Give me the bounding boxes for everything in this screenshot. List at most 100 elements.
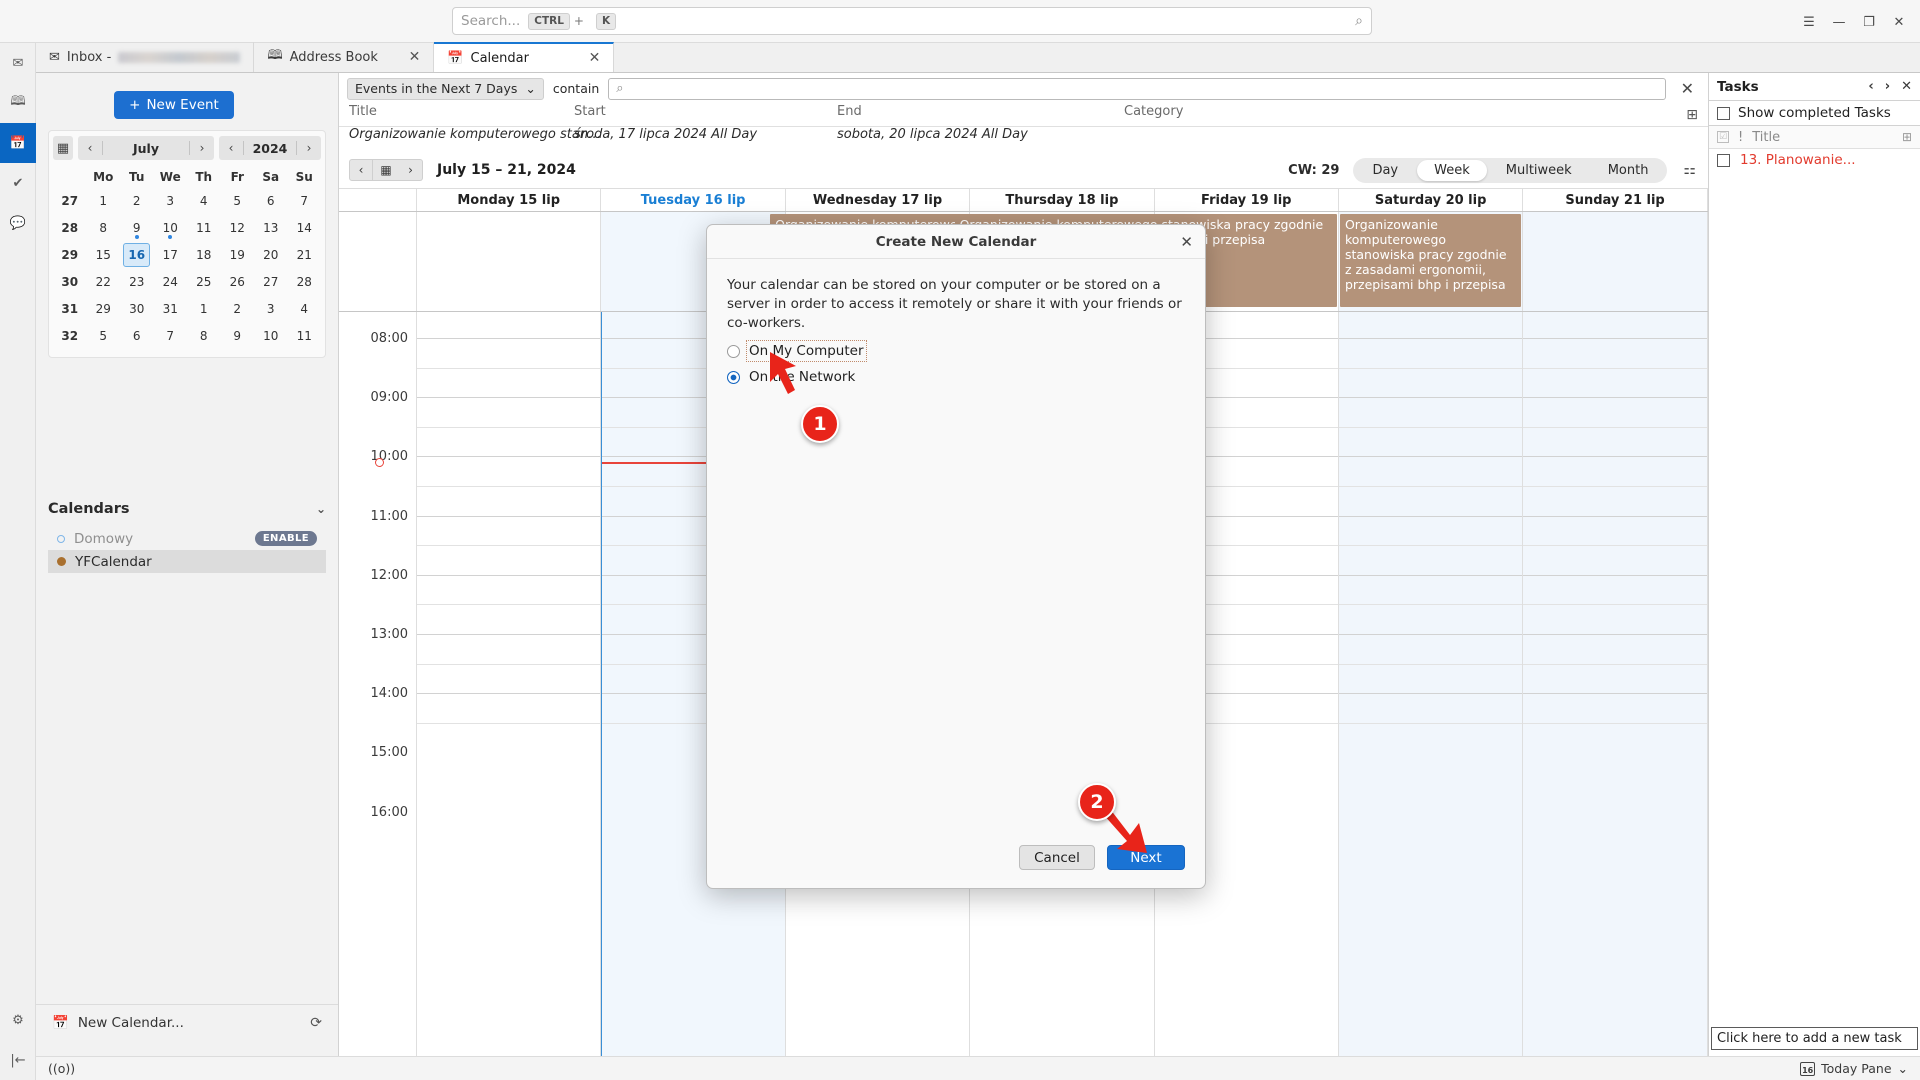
mini-calendar-week-number[interactable]: 27 [53,187,87,214]
all-day-cell[interactable] [417,212,601,311]
tab-address-book-close-icon[interactable]: ✕ [409,49,421,65]
mini-calendar-day[interactable]: 16 [120,241,154,268]
tab-calendar-close-icon[interactable]: ✕ [589,50,601,66]
mini-calendar-day[interactable]: 13 [254,214,288,241]
day-header[interactable]: Sunday 21 lip [1523,189,1707,211]
mini-calendar-day[interactable]: 21 [288,241,322,268]
mini-calendar-prev-month[interactable]: ‹ [78,141,102,155]
column-header-end[interactable]: End [837,104,862,119]
mini-calendar-week-number[interactable]: 28 [53,214,87,241]
mini-calendar-day[interactable]: 18 [187,241,221,268]
day-header[interactable]: Saturday 20 lip [1339,189,1523,211]
mini-calendar-day[interactable]: 11 [288,322,322,349]
tasks-check-column-icon[interactable]: ☑ [1717,131,1729,143]
clear-filter-icon[interactable]: ✕ [1675,79,1700,98]
view-mode-day[interactable]: Day [1355,160,1415,181]
mini-calendar-day[interactable]: 31 [154,295,188,322]
event-filter-input[interactable]: ⌕ [608,78,1665,100]
column-header-start[interactable]: Start [574,104,606,119]
mini-calendar-next-month[interactable]: › [190,141,214,155]
day-column[interactable] [1339,312,1523,1058]
column-options-icon[interactable]: ⊞ [1686,107,1698,123]
new-event-button[interactable]: + New Event [114,91,234,119]
mini-calendar-day[interactable]: 27 [254,268,288,295]
mini-calendar-week-number[interactable]: 29 [53,241,87,268]
mini-calendar-week-number[interactable]: 30 [53,268,87,295]
event-range-select[interactable]: Events in the Next 7 Days ⌄ [347,78,544,100]
calendar-list-item-yfcalendar[interactable]: YFCalendar [48,550,326,573]
dialog-close-icon[interactable]: ✕ [1180,233,1193,251]
day-column[interactable] [1523,312,1707,1058]
mini-calendar-day[interactable]: 1 [187,295,221,322]
mini-calendar-day[interactable]: 8 [87,214,121,241]
column-header-title[interactable]: Title [349,104,604,119]
mini-calendar-day[interactable]: 5 [87,322,121,349]
day-column[interactable] [417,312,601,1058]
mini-calendar-day[interactable]: 22 [87,268,121,295]
mini-calendar-day[interactable]: 11 [187,214,221,241]
all-day-cell[interactable]: Organizowanie komputerowego stanowiska p… [1339,212,1523,311]
day-header[interactable]: Friday 19 lip [1155,189,1339,211]
tasks-title-column[interactable]: Title [1752,130,1780,145]
sync-icon[interactable]: ⟳ [310,1015,322,1031]
mini-calendar-next-year[interactable]: › [297,141,321,155]
event-list-row[interactable]: Organizowanie komputerowego stanowiska p… [339,127,1708,151]
all-day-cell[interactable] [1523,212,1707,311]
tasks-priority-column[interactable]: ! [1738,130,1743,145]
mini-calendar-week-number[interactable]: 32 [53,322,87,349]
tab-calendar[interactable]: 📅 Calendar ✕ [434,42,614,72]
mini-calendar-day[interactable]: 3 [254,295,288,322]
mini-calendar-day[interactable]: 2 [120,187,154,214]
mini-calendar-day[interactable]: 9 [221,322,255,349]
view-mode-month[interactable]: Month [1591,160,1666,181]
task-row[interactable]: 13. Planowanie... [1709,149,1920,171]
mini-calendar-day[interactable]: 17 [154,241,188,268]
mini-calendar-day[interactable]: 19 [221,241,255,268]
tab-inbox[interactable]: ✉ Inbox - [36,42,254,72]
mini-calendar-day[interactable]: 7 [154,322,188,349]
rail-chat-icon[interactable]: 💬 [0,203,36,243]
mini-calendar-day[interactable]: 14 [288,214,322,241]
tasks-column-options-icon[interactable]: ⊞ [1902,130,1912,144]
status-bar-right[interactable]: 16 Today Pane ⌄ [1800,1061,1908,1076]
rail-settings-icon[interactable]: ⚙ [0,1000,36,1040]
mini-calendar-day[interactable]: 3 [154,187,188,214]
next-week-button[interactable]: › [399,159,423,181]
global-search-input[interactable]: Search... CTRL + K ⌕ [452,7,1372,35]
mini-calendar-day[interactable]: 30 [120,295,154,322]
show-completed-tasks-checkbox[interactable] [1717,107,1730,120]
radio-on-my-computer-input[interactable] [727,345,740,358]
previous-week-button[interactable]: ‹ [349,159,373,181]
new-calendar-bar[interactable]: 📅 New Calendar... ⟳ [36,1004,338,1040]
cancel-button[interactable]: Cancel [1019,845,1095,870]
go-to-today-button[interactable]: ▦ [373,159,399,181]
mini-calendar-day[interactable]: 6 [254,187,288,214]
mini-calendar-day[interactable]: 20 [254,241,288,268]
minimize-button[interactable]: — [1824,10,1854,34]
add-new-task-input[interactable]: Click here to add a new task [1711,1027,1918,1050]
close-window-button[interactable]: ✕ [1884,10,1914,34]
day-header[interactable]: Monday 15 lip [417,189,601,211]
mini-calendar-week-number[interactable]: 31 [53,295,87,322]
mini-calendar-prev-year[interactable]: ‹ [219,141,243,155]
mini-calendar-day[interactable]: 8 [187,322,221,349]
mini-calendar-day[interactable]: 23 [120,268,154,295]
rail-mail-icon[interactable]: ✉ [0,43,36,83]
all-day-event[interactable]: Organizowanie komputerowego stanowiska p… [1340,214,1521,307]
mini-calendar-day[interactable]: 4 [288,295,322,322]
view-mode-week[interactable]: Week [1417,160,1487,181]
mini-calendar-day[interactable]: 9 [120,214,154,241]
mini-calendar-day[interactable]: 6 [120,322,154,349]
mini-calendar-day[interactable]: 15 [87,241,121,268]
task-complete-checkbox[interactable] [1717,154,1730,167]
rail-collapse-icon[interactable]: |← [0,1040,36,1080]
mini-calendar-day[interactable]: 2 [221,295,255,322]
mini-calendar-day[interactable]: 7 [288,187,322,214]
chevron-down-icon[interactable]: ⌄ [316,502,326,516]
maximize-button[interactable]: ❐ [1854,10,1884,34]
mini-calendar-day[interactable]: 24 [154,268,188,295]
column-header-category[interactable]: Category [1124,104,1183,119]
mini-calendar-today-icon[interactable]: ▦ [53,136,73,160]
tasks-next-icon[interactable]: › [1885,79,1890,94]
rail-tasks-icon[interactable]: ✔ [0,163,36,203]
